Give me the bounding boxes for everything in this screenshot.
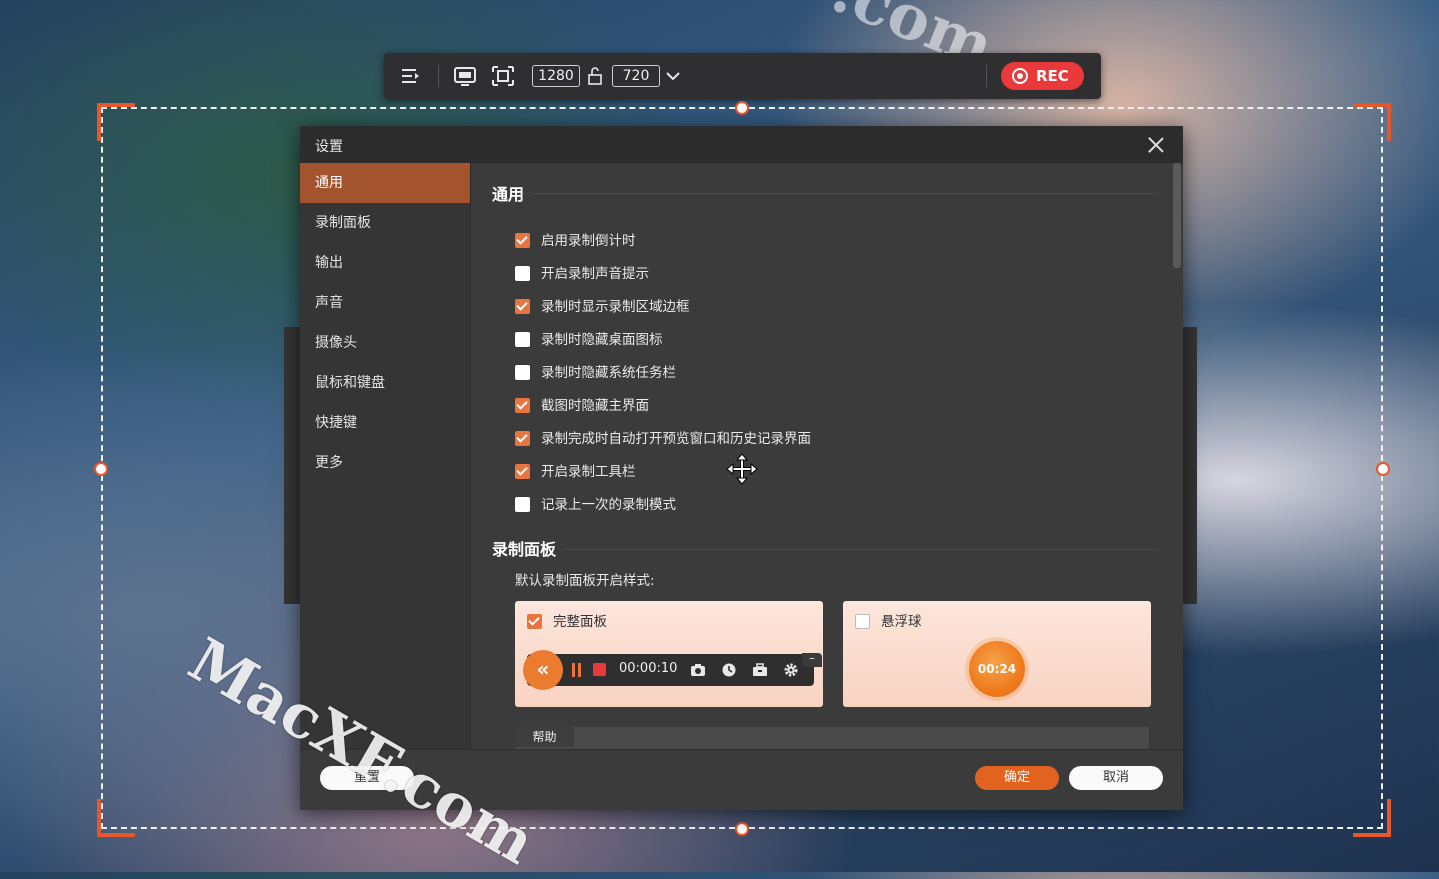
- settings-sidebar: 通用 录制面板 输出 声音 摄像头 鼠标和键盘 快捷键 更多: [300, 163, 471, 749]
- record-icon: [1012, 68, 1028, 84]
- scroll-thumb[interactable]: [1173, 163, 1181, 268]
- checkbox[interactable]: [515, 233, 530, 248]
- full-panel-card[interactable]: 完整面板 « 00:00:10 –: [515, 601, 823, 707]
- gear-icon: [783, 662, 799, 678]
- option-label: 录制时隐藏桌面图标: [541, 332, 663, 348]
- ok-button[interactable]: 确定: [975, 766, 1059, 790]
- option-label: 记录上一次的录制模式: [541, 497, 676, 513]
- dialog-titlebar: 设置: [300, 126, 1183, 163]
- minimize-icon: –: [802, 652, 822, 667]
- rec-label: REC: [1036, 67, 1069, 85]
- divider: [531, 193, 1158, 194]
- help-section-header: 帮助: [515, 727, 1149, 749]
- height-input[interactable]: 720: [612, 65, 660, 87]
- scrollbar[interactable]: [1173, 163, 1181, 749]
- float-ball-card[interactable]: 悬浮球 00:24: [843, 601, 1151, 707]
- custom-region-icon[interactable]: [491, 65, 515, 87]
- sidebar-item-camera[interactable]: 摄像头: [300, 323, 470, 363]
- checkbox[interactable]: [527, 614, 542, 629]
- chevron-down-icon[interactable]: [664, 65, 682, 87]
- option-label: 悬浮球: [881, 614, 922, 630]
- float-ball-preview: 00:24: [969, 641, 1025, 697]
- mini-time: 00:00:10: [619, 661, 678, 676]
- sidebar-item-more[interactable]: 更多: [300, 443, 470, 483]
- divider: [563, 549, 1158, 550]
- unlock-ratio-icon[interactable]: [586, 65, 604, 87]
- frame-corner-top-left[interactable]: [97, 103, 135, 141]
- checkbox[interactable]: [515, 266, 530, 281]
- fullscreen-region-icon[interactable]: [453, 65, 477, 87]
- checkbox[interactable]: [515, 398, 530, 413]
- settings-content: 通用 启用录制倒计时 开启录制声音提示 录制时显示录制区域边框 录制时隐藏桌面图…: [471, 163, 1183, 749]
- frame-corner-bottom-right[interactable]: [1353, 799, 1391, 837]
- option-label: 启用录制倒计时: [541, 233, 636, 249]
- sidebar-item-record-panel[interactable]: 录制面板: [300, 203, 470, 243]
- collapse-menu-icon[interactable]: [400, 65, 424, 87]
- width-input[interactable]: 1280: [532, 65, 580, 87]
- sidebar-item-sound[interactable]: 声音: [300, 283, 470, 323]
- checkbox[interactable]: [515, 332, 530, 347]
- checkbox[interactable]: [515, 431, 530, 446]
- pause-icon: [578, 663, 581, 677]
- frame-corner-bottom-left[interactable]: [97, 799, 135, 837]
- stop-icon: [593, 663, 606, 676]
- dialog-title: 设置: [315, 139, 343, 155]
- option-label: 开启录制工具栏: [541, 464, 636, 480]
- move-cursor-icon: [726, 453, 758, 485]
- checkbox[interactable]: [515, 464, 530, 479]
- option-label: 录制时显示录制区域边框: [541, 299, 690, 315]
- checkbox[interactable]: [515, 365, 530, 380]
- section-title-record-panel: 录制面板: [492, 540, 557, 559]
- pause-icon: [572, 663, 575, 677]
- sidebar-item-hotkeys[interactable]: 快捷键: [300, 403, 470, 443]
- option-label: 完整面板: [553, 614, 607, 630]
- sidebar-item-mouse-keyboard[interactable]: 鼠标和键盘: [300, 363, 470, 403]
- rec-button[interactable]: REC: [1001, 62, 1084, 90]
- double-chevron-left-icon: «: [523, 650, 563, 690]
- clock-icon: [721, 662, 737, 678]
- cancel-button[interactable]: 取消: [1069, 766, 1163, 790]
- separator: [438, 65, 439, 87]
- section-title-general: 通用: [492, 185, 525, 204]
- checkbox[interactable]: [855, 614, 870, 629]
- option-label: 开启录制声音提示: [541, 266, 649, 282]
- sidebar-item-output[interactable]: 输出: [300, 243, 470, 283]
- resize-handle-bottom[interactable]: [735, 822, 749, 836]
- sidebar-item-general[interactable]: 通用: [300, 163, 470, 203]
- resize-handle-left[interactable]: [94, 462, 108, 476]
- separator: [986, 65, 987, 87]
- option-label: 录制完成时自动打开预览窗口和历史记录界面: [541, 431, 811, 447]
- toolbox-icon: [752, 662, 768, 678]
- close-icon[interactable]: [1147, 136, 1165, 154]
- option-label: 截图时隐藏主界面: [541, 398, 649, 414]
- help-tab[interactable]: 帮助: [515, 727, 574, 747]
- option-label: 录制时隐藏系统任务栏: [541, 365, 676, 381]
- subtitle-text: 默认录制面板开启样式:: [515, 573, 655, 589]
- frame-corner-top-right[interactable]: [1353, 103, 1391, 141]
- resize-handle-top[interactable]: [735, 101, 749, 115]
- mini-record-bar-preview: « 00:00:10 –: [523, 650, 822, 690]
- record-toolbar: 1280 720 REC: [384, 53, 1101, 99]
- camera-icon: [690, 662, 706, 678]
- resize-handle-right[interactable]: [1376, 462, 1390, 476]
- checkbox[interactable]: [515, 497, 530, 512]
- checkbox[interactable]: [515, 299, 530, 314]
